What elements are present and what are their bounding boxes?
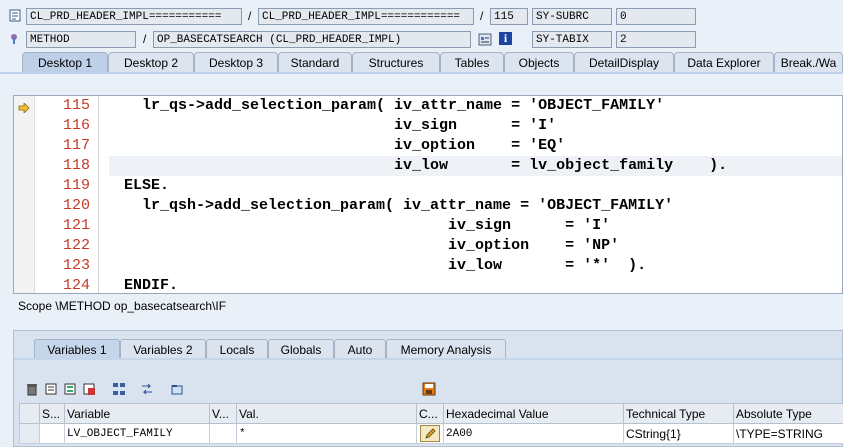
sysfield-name-2[interactable]: SY-TABIX <box>532 31 612 48</box>
line-number: 119 <box>62 177 90 194</box>
visibility-cell <box>209 423 237 444</box>
fold-line <box>98 96 99 293</box>
tab-auto[interactable]: Auto <box>334 339 386 359</box>
code-line: iv_low = '*' ). <box>124 257 647 274</box>
column-header[interactable]: V... <box>209 403 237 424</box>
absolute-type-cell: \TYPE=STRING <box>733 423 843 444</box>
tab-structures[interactable]: Structures <box>352 52 440 72</box>
column-header[interactable]: C... <box>416 403 444 424</box>
info-icon[interactable]: i <box>499 31 512 45</box>
folder-icon[interactable] <box>169 381 185 397</box>
tab-objects[interactable]: Objects <box>504 52 574 72</box>
line-number: 120 <box>62 197 90 214</box>
separator: / <box>248 9 252 23</box>
tab-standard[interactable]: Standard <box>278 52 352 72</box>
scope-label: Scope \METHOD op_basecatsearch\IF <box>13 295 843 317</box>
delete-icon[interactable] <box>24 381 40 397</box>
line-number: 122 <box>62 237 90 254</box>
source-code-editor[interactable]: 115 116 117 118 119 120 121 122 123 124 … <box>13 95 843 294</box>
tab-variables-1[interactable]: Variables 1 <box>34 339 120 359</box>
tab-globals[interactable]: Globals <box>268 339 334 359</box>
tab-memory-analysis[interactable]: Memory Analysis <box>386 339 506 359</box>
tab-desktop-1[interactable]: Desktop 1 <box>22 52 108 72</box>
tab-locals[interactable]: Locals <box>206 339 268 359</box>
column-header[interactable]: Technical Type <box>623 403 734 424</box>
separator: / <box>480 9 484 23</box>
tab-desktop-2[interactable]: Desktop 2 <box>108 52 194 72</box>
column-header[interactable]: Variable <box>64 403 210 424</box>
line-number: 118 <box>62 157 90 174</box>
desktop-tabbar: Desktop 1 Desktop 2 Desktop 3 Standard S… <box>0 52 843 74</box>
include-field[interactable]: CL_PRD_HEADER_IMPL============ <box>258 8 474 25</box>
tab-tables[interactable]: Tables <box>440 52 504 72</box>
code-line: iv_low = lv_object_family ). <box>124 157 728 174</box>
code-line: ENDIF. <box>124 277 179 294</box>
sysfield-value-2[interactable]: 2 <box>616 31 696 48</box>
sysfield-value-1[interactable]: 0 <box>616 8 696 25</box>
row-selector-header[interactable] <box>19 403 40 424</box>
breakpoint-gutter[interactable] <box>14 96 35 293</box>
tab-variables-2[interactable]: Variables 2 <box>120 339 206 359</box>
sysfield-name-1[interactable]: SY-SUBRC <box>532 8 612 25</box>
tab-desktop-3[interactable]: Desktop 3 <box>194 52 278 72</box>
transfer-icon[interactable] <box>139 381 155 397</box>
code-line: iv_option = 'EQ' <box>124 137 566 154</box>
tab-data-explorer[interactable]: Data Explorer <box>674 52 774 72</box>
column-header[interactable]: S... <box>39 403 65 424</box>
code-line: lr_qsh->add_selection_param( iv_attr_nam… <box>124 197 674 214</box>
variables-panel: Variables 1 Variables 2 Locals Globals A… <box>13 330 843 447</box>
arrow-right-icon <box>18 102 30 116</box>
hierarchy-icon[interactable] <box>111 381 127 397</box>
change-cell[interactable] <box>416 423 444 444</box>
tab-detaildisplay[interactable]: DetailDisplay <box>574 52 674 72</box>
event-field[interactable]: OP_BASECATSEARCH (CL_PRD_HEADER_IMPL) <box>153 31 471 48</box>
tab-underline <box>0 72 843 74</box>
line-number: 124 <box>62 277 90 294</box>
code-line: ELSE. <box>124 177 170 194</box>
save-variables-icon[interactable] <box>81 381 97 397</box>
code-line: iv_option = 'NP' <box>124 237 620 254</box>
tab-breakpoints[interactable]: Break./Wa <box>774 52 843 72</box>
column-header[interactable]: Val. <box>236 403 417 424</box>
code-line: iv_sign = 'I' <box>124 217 611 234</box>
code-line: iv_sign = 'I' <box>124 117 557 134</box>
column-header[interactable]: Hexadecimal Value <box>443 403 624 424</box>
method-icon <box>8 31 22 45</box>
event-type-field[interactable]: METHOD <box>26 31 136 48</box>
program-field[interactable]: CL_PRD_HEADER_IMPL=========== <box>26 8 242 25</box>
line-field[interactable]: 115 <box>490 8 528 25</box>
value-cell[interactable]: * <box>236 423 417 444</box>
line-number: 115 <box>62 97 90 114</box>
program-icon <box>8 8 22 22</box>
line-number: 117 <box>62 137 90 154</box>
variable-name-cell[interactable]: LV_OBJECT_FAMILY <box>64 423 210 444</box>
pencil-icon[interactable] <box>420 424 440 442</box>
tab-underline <box>14 358 842 360</box>
line-number: 121 <box>62 217 90 234</box>
line-number: 116 <box>62 117 90 134</box>
separator: / <box>143 32 147 46</box>
code-line: lr_qs->add_selection_param( iv_attr_name… <box>124 97 665 114</box>
row-selector[interactable] <box>19 423 40 444</box>
status-cell <box>39 423 65 444</box>
display-icon[interactable] <box>478 32 492 46</box>
variables-table[interactable]: S... Variable V... Val. C... Hexadecimal… <box>19 403 843 444</box>
list-icon[interactable] <box>62 381 78 397</box>
column-header[interactable]: Absolute Type <box>733 403 843 424</box>
line-number: 123 <box>62 257 90 274</box>
save-icon[interactable] <box>421 381 437 397</box>
table-header-row: S... Variable V... Val. C... Hexadecimal… <box>19 403 843 424</box>
table-row[interactable]: LV_OBJECT_FAMILY * 2A00 CString{1} \TYPE… <box>19 423 843 444</box>
technical-type-cell: CString{1} <box>623 423 734 444</box>
variables-icon[interactable] <box>43 381 59 397</box>
hex-value-cell: 2A00 <box>443 423 624 444</box>
